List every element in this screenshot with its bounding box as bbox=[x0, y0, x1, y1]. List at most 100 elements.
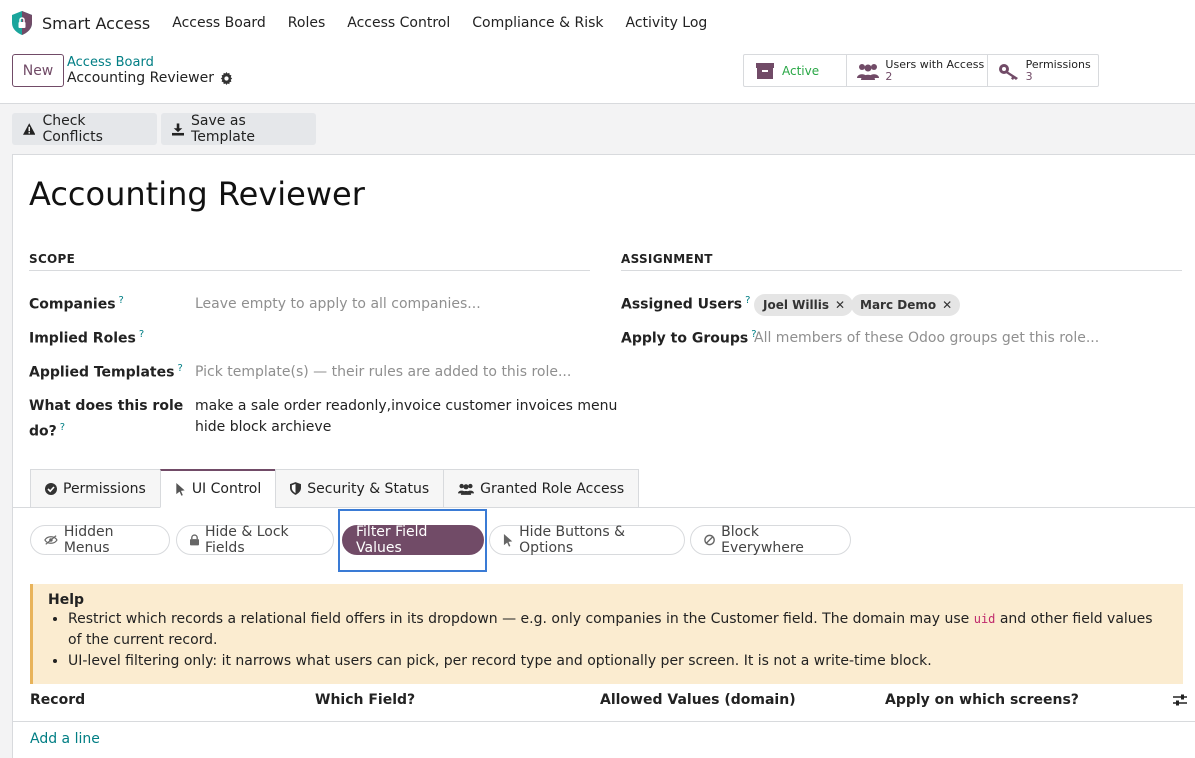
gear-icon[interactable] bbox=[220, 71, 233, 85]
assigned-users-label: Assigned Users? bbox=[621, 295, 750, 313]
form-sheet: Accounting Reviewer SCOPE Companies? Lea… bbox=[12, 154, 1195, 758]
users-stat-text: Users with Access 2 bbox=[885, 57, 985, 83]
what-help-icon[interactable]: ? bbox=[60, 422, 65, 433]
what-does-role-do-label: What does this role do?? bbox=[29, 396, 183, 443]
applied-templates-help-icon[interactable]: ? bbox=[177, 363, 182, 374]
user-tag-label: Marc Demo bbox=[860, 298, 937, 312]
subtab-hide-lock-fields[interactable]: Hide & Lock Fields bbox=[176, 524, 334, 556]
remove-tag-icon[interactable]: ✕ bbox=[835, 298, 845, 312]
users-with-access-button[interactable]: Users with Access 2 bbox=[847, 55, 988, 86]
key-icon bbox=[998, 60, 1020, 82]
top-navbar: Smart Access Access Board Roles Access C… bbox=[0, 0, 1195, 46]
cursor-pointer-icon bbox=[503, 533, 513, 547]
users-stat-count: 2 bbox=[885, 69, 893, 83]
subtab-hidden-menus[interactable]: Hidden Menus bbox=[30, 524, 170, 556]
column-header-apply-screens[interactable]: Apply on which screens? bbox=[885, 692, 1079, 708]
user-tag-joel-willis[interactable]: Joel Willis ✕ bbox=[754, 294, 854, 316]
user-tag-label: Joel Willis bbox=[763, 298, 829, 312]
column-header-record[interactable]: Record bbox=[30, 692, 85, 708]
check-circle-icon bbox=[45, 482, 57, 495]
scope-heading: SCOPE bbox=[29, 252, 590, 271]
remove-tag-icon[interactable]: ✕ bbox=[942, 298, 952, 312]
help-code-uid: uid bbox=[973, 612, 996, 626]
breadcrumb-current: Accounting Reviewer bbox=[67, 70, 233, 86]
applied-templates-label: Applied Templates? bbox=[29, 363, 183, 381]
save-as-template-label: Save as Template bbox=[191, 113, 255, 145]
apply-groups-label-text: Apply to Groups bbox=[621, 330, 749, 347]
shield-logo-icon[interactable] bbox=[10, 10, 34, 36]
assigned-users-label-text: Assigned Users bbox=[621, 296, 743, 313]
subtab-hide-lock-fields-label: Hide & Lock Fields bbox=[205, 524, 289, 556]
help-title: Help bbox=[48, 592, 85, 608]
apply-groups-input[interactable]: All members of these Odoo groups get thi… bbox=[754, 330, 1099, 346]
archive-box-icon bbox=[754, 60, 776, 82]
assigned-users-help-icon[interactable]: ? bbox=[745, 295, 750, 306]
nav-activity-log[interactable]: Activity Log bbox=[626, 15, 708, 31]
subtab-block-everywhere[interactable]: Block Everywhere bbox=[690, 524, 851, 556]
nav-access-control[interactable]: Access Control bbox=[347, 15, 450, 31]
active-status-label: Active bbox=[782, 63, 820, 78]
cursor-pointer-icon bbox=[176, 482, 185, 496]
applied-templates-label-text: Applied Templates bbox=[29, 364, 175, 381]
tab-ui-control[interactable]: UI Control bbox=[159, 469, 276, 508]
apply-groups-label: Apply to Groups? bbox=[621, 329, 757, 347]
nav-access-board[interactable]: Access Board bbox=[172, 15, 266, 31]
tab-permissions-label: Permissions bbox=[63, 480, 146, 497]
active-toggle-button[interactable]: Active bbox=[744, 55, 848, 86]
add-line-link[interactable]: Add a line bbox=[30, 731, 100, 747]
users-icon bbox=[458, 483, 475, 495]
what-label-line1: What does this role bbox=[29, 398, 184, 414]
shield-icon bbox=[290, 482, 302, 495]
breadcrumb-parent[interactable]: Access Board bbox=[67, 55, 154, 70]
permissions-stat-label: Permissions bbox=[1025, 57, 1091, 71]
app-name[interactable]: Smart Access bbox=[42, 14, 150, 33]
ban-icon bbox=[704, 534, 715, 546]
implied-roles-help-icon[interactable]: ? bbox=[139, 329, 144, 340]
control-panel: New Access Board Accounting Reviewer Act… bbox=[0, 46, 1195, 104]
check-conflicts-label: Check Conflicts bbox=[42, 113, 103, 145]
companies-label: Companies? bbox=[29, 295, 124, 313]
help-bullet-1: Restrict which records a relational fiel… bbox=[68, 609, 1168, 651]
tab-ui-control-label: UI Control bbox=[191, 481, 262, 497]
tab-security-status-label: Security & Status bbox=[307, 480, 430, 497]
nav-roles[interactable]: Roles bbox=[288, 15, 325, 31]
record-title[interactable]: Accounting Reviewer bbox=[29, 175, 365, 213]
check-conflicts-button[interactable]: Check Conflicts bbox=[12, 113, 157, 145]
column-header-which-field[interactable]: Which Field? bbox=[315, 692, 415, 708]
breadcrumb-current-label: Accounting Reviewer bbox=[67, 70, 214, 86]
help-bullet-2: UI-level filtering only: it narrows what… bbox=[68, 651, 1168, 672]
permissions-stat-count: 3 bbox=[1025, 69, 1033, 83]
focus-highlight bbox=[338, 509, 487, 572]
assignment-heading: ASSIGNMENT bbox=[621, 252, 1182, 271]
subtab-hide-buttons-options-label: Hide Buttons & Options bbox=[519, 524, 626, 556]
implied-roles-label-text: Implied Roles bbox=[29, 330, 136, 347]
warning-icon bbox=[23, 123, 36, 135]
what-label-line2: do? bbox=[29, 423, 57, 440]
companies-label-text: Companies bbox=[29, 296, 116, 313]
lock-icon bbox=[190, 534, 199, 546]
permissions-stat-text: Permissions 3 bbox=[1025, 57, 1091, 83]
save-as-template-button[interactable]: Save as Template bbox=[161, 113, 316, 145]
user-tag-marc-demo[interactable]: Marc Demo ✕ bbox=[851, 294, 961, 316]
column-header-allowed-values[interactable]: Allowed Values (domain) bbox=[600, 692, 796, 708]
download-icon bbox=[172, 122, 185, 136]
subtab-hide-buttons-options[interactable]: Hide Buttons & Options bbox=[489, 524, 685, 556]
table-header-divider bbox=[13, 721, 1195, 722]
companies-help-icon[interactable]: ? bbox=[119, 295, 124, 306]
users-stat-label: Users with Access bbox=[885, 57, 985, 71]
column-settings-icon[interactable] bbox=[1173, 693, 1187, 707]
tab-security-status[interactable]: Security & Status bbox=[275, 469, 444, 508]
tab-granted-role-access[interactable]: Granted Role Access bbox=[443, 469, 640, 508]
role-description-field[interactable]: make a sale order readonly,invoice custo… bbox=[195, 396, 617, 438]
nav-compliance-risk[interactable]: Compliance & Risk bbox=[472, 15, 603, 31]
subtab-hidden-menus-label: Hidden Menus bbox=[63, 524, 114, 556]
permissions-button[interactable]: Permissions 3 bbox=[988, 55, 1098, 86]
role-description-line2: hide block archieve bbox=[195, 419, 332, 435]
smart-buttons: Active Users with Access 2 Permissions 3 bbox=[743, 54, 1099, 87]
applied-templates-input[interactable]: Pick template(s) — their rules are added… bbox=[195, 364, 571, 380]
companies-input[interactable]: Leave empty to apply to all companies... bbox=[195, 296, 481, 312]
tab-permissions[interactable]: Permissions bbox=[30, 469, 160, 508]
help-list: Restrict which records a relational fiel… bbox=[68, 609, 1168, 672]
users-icon bbox=[857, 60, 880, 82]
new-button[interactable]: New bbox=[12, 54, 64, 87]
